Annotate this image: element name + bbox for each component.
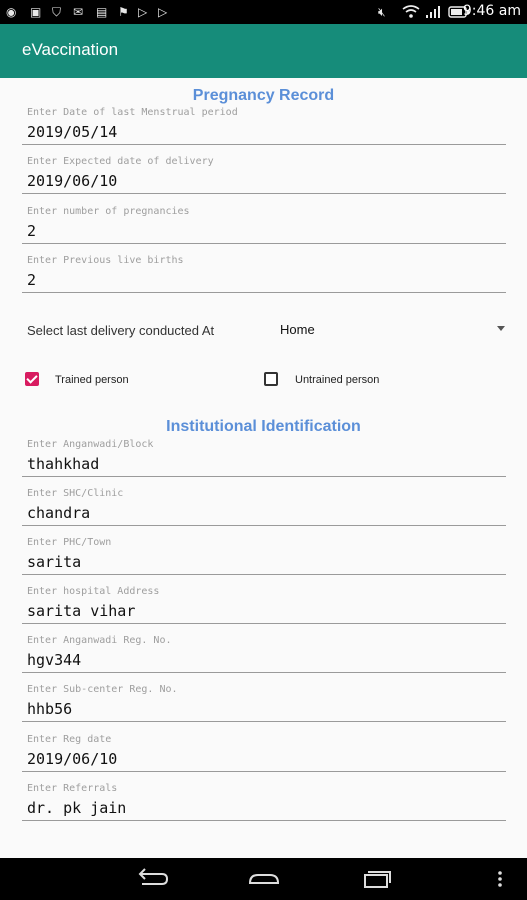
field-value[interactable]: 2019/06/10	[27, 750, 117, 768]
field-underline	[22, 193, 506, 194]
play-store-icon: ▷	[158, 5, 168, 19]
field-label: Enter Reg date	[27, 734, 112, 745]
signal-icon	[426, 6, 440, 18]
trained-person-label: Trained person	[55, 374, 129, 386]
field-label: Enter Anganwadi Reg. No.	[27, 635, 172, 646]
field-value[interactable]: sarita vihar	[27, 602, 135, 620]
field-underline	[22, 771, 506, 772]
briefcase-icon: ▤	[96, 5, 108, 19]
field-underline	[22, 672, 506, 673]
mail-icon: ✉	[73, 5, 84, 19]
mute-icon: 🔇︎	[378, 5, 386, 19]
field-label: Enter number of pregnancies	[27, 206, 190, 217]
field-value[interactable]: 2019/06/10	[27, 172, 117, 190]
untrained-person-checkbox[interactable]	[264, 372, 278, 386]
referrals-field[interactable]: Enter Referrals dr. pk jain	[22, 783, 506, 832]
wifi-icon	[402, 5, 420, 18]
expected-delivery-field[interactable]: Enter Expected date of delivery 2019/06/…	[22, 156, 506, 205]
field-value[interactable]: hhb56	[27, 700, 72, 718]
anganwadi-reg-no-field[interactable]: Enter Anganwadi Reg. No. hgv344	[22, 635, 506, 684]
field-underline	[22, 623, 506, 624]
pregnancies-count-field[interactable]: Enter number of pregnancies 2	[22, 206, 506, 255]
image-icon: ▣	[30, 5, 42, 19]
recents-icon[interactable]	[356, 866, 396, 892]
sub-center-reg-no-field[interactable]: Enter Sub-center Reg. No. hhb56	[22, 684, 506, 733]
status-bar: ◉ ▣ ⛉ ✉ ▤ ⚑ ▷ ▷ 🔇︎ 9:46 am	[0, 0, 527, 24]
field-label: Enter Anganwadi/Block	[27, 439, 154, 450]
field-label: Enter SHC/Clinic	[27, 488, 124, 499]
field-label: Enter Previous live births	[27, 255, 184, 266]
eye-icon: ◉	[6, 5, 17, 19]
field-label: Enter Referrals	[27, 783, 118, 794]
anganwadi-block-field[interactable]: Enter Anganwadi/Block thahkhad	[22, 439, 506, 488]
institutional-identification-title: Institutional Identification	[166, 418, 361, 435]
menu-icon[interactable]	[492, 866, 508, 892]
field-value[interactable]: thahkhad	[27, 455, 99, 473]
field-label: Enter Sub-center Reg. No.	[27, 684, 178, 695]
field-underline	[22, 525, 506, 526]
field-underline	[22, 820, 506, 821]
field-underline	[22, 476, 506, 477]
field-value[interactable]: 2	[27, 271, 36, 289]
field-value[interactable]: hgv344	[27, 651, 81, 669]
shc-clinic-field[interactable]: Enter SHC/Clinic chandra	[22, 488, 506, 537]
field-value[interactable]: sarita	[27, 553, 81, 571]
field-value[interactable]: 2	[27, 222, 36, 240]
trained-person-checkbox[interactable]	[25, 372, 39, 386]
phc-town-field[interactable]: Enter PHC/Town sarita	[22, 537, 506, 586]
field-label: Enter PHC/Town	[27, 537, 112, 548]
field-label: Enter Date of last Menstrual period	[27, 107, 238, 118]
delivery-location-label: Select last delivery conducted At	[27, 323, 215, 338]
field-label: Enter Expected date of delivery	[27, 156, 214, 167]
status-time: 9:46 am	[462, 3, 521, 19]
play-store-icon: ▷	[138, 5, 148, 19]
back-icon[interactable]	[132, 866, 172, 892]
field-label: Enter hospital Address	[27, 586, 160, 597]
field-underline	[22, 144, 506, 145]
reg-date-field[interactable]: Enter Reg date 2019/06/10	[22, 734, 506, 783]
lmp-date-field[interactable]: Enter Date of last Menstrual period 2019…	[22, 107, 506, 156]
field-underline	[22, 574, 506, 575]
dropdown-arrow-icon[interactable]	[497, 326, 505, 331]
navigation-bar	[0, 858, 527, 900]
flag-icon: ⚑	[118, 5, 129, 19]
field-value[interactable]: chandra	[27, 504, 90, 522]
delivery-location-value[interactable]: Home	[280, 322, 315, 337]
app-title: eVaccination	[22, 40, 119, 59]
field-value[interactable]: dr. pk jain	[27, 799, 126, 817]
hospital-address-field[interactable]: Enter hospital Address sarita vihar	[22, 586, 506, 635]
field-value[interactable]: 2019/05/14	[27, 123, 117, 141]
field-underline	[22, 243, 506, 244]
home-icon[interactable]	[244, 866, 284, 892]
field-underline	[22, 292, 506, 293]
shield-icon: ⛉	[52, 5, 62, 19]
untrained-person-label: Untrained person	[295, 374, 380, 386]
pregnancy-record-title: Pregnancy Record	[192, 87, 335, 104]
field-underline	[22, 721, 506, 722]
live-births-field[interactable]: Enter Previous live births 2	[22, 255, 506, 304]
app-bar: eVaccination	[0, 24, 527, 78]
